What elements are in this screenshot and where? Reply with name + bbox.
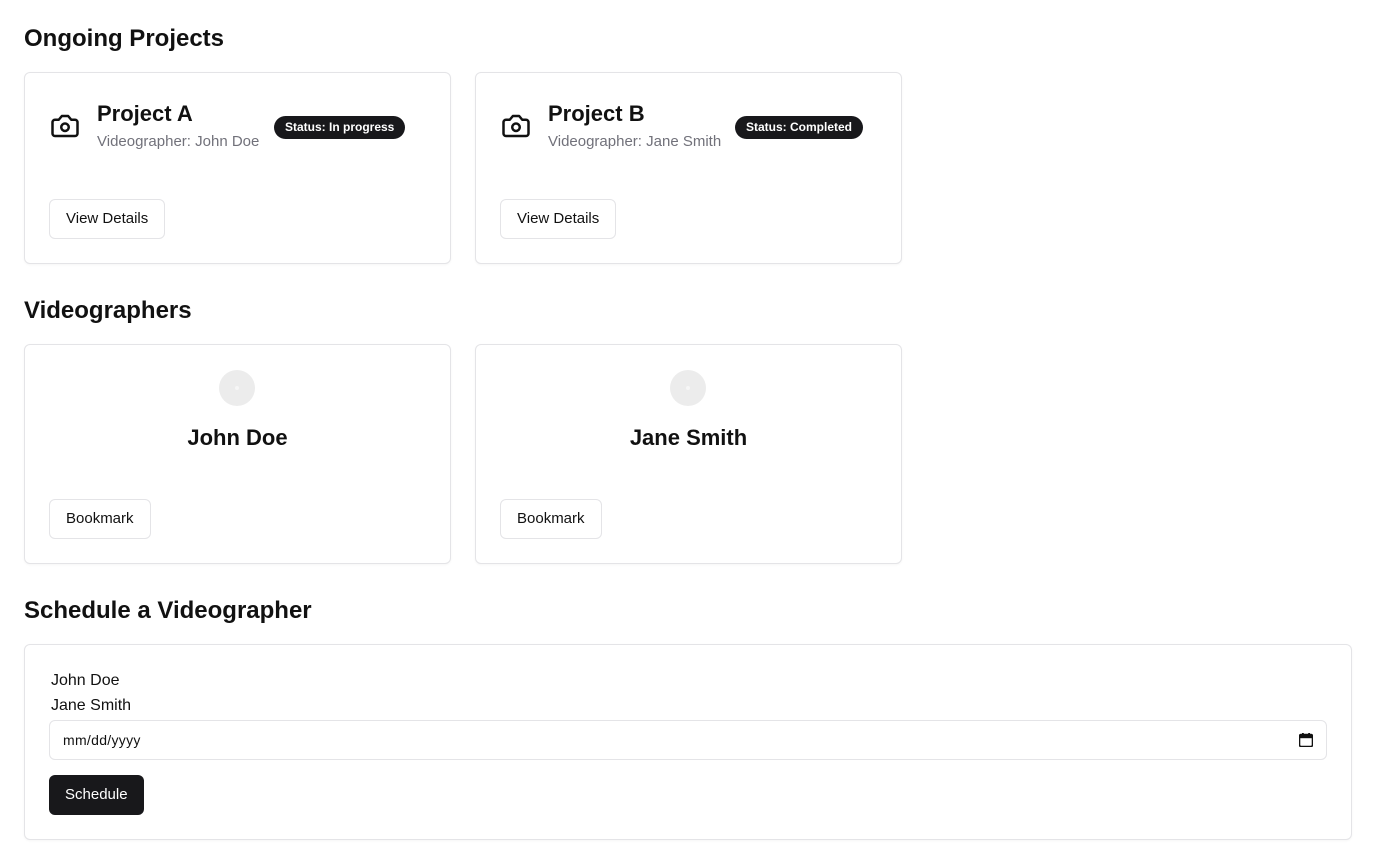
bookmark-button[interactable]: Bookmark [500, 499, 602, 539]
ongoing-projects-heading: Ongoing Projects [24, 25, 225, 52]
schedule-form: John Doe Jane Smith mm/dd/yyyy Schedule [24, 644, 1352, 840]
videographer-name: John Doe [187, 425, 288, 450]
project-title: Project B [548, 101, 645, 126]
videographers-heading: Videographers [24, 297, 192, 324]
bookmark-button[interactable]: Bookmark [49, 499, 151, 539]
schedule-heading: Schedule a Videographer [24, 597, 312, 624]
camera-icon [51, 114, 79, 138]
project-videographer: Videographer: Jane Smith [548, 133, 722, 150]
videographer-option[interactable]: Jane Smith [51, 697, 131, 715]
avatar [219, 370, 255, 406]
project-videographer: Videographer: John Doe [97, 133, 260, 150]
view-details-button[interactable]: View Details [49, 199, 166, 239]
view-details-button[interactable]: View Details [500, 199, 617, 239]
videographer-option[interactable]: John Doe [51, 672, 120, 690]
date-input[interactable]: mm/dd/yyyy [49, 720, 1327, 760]
camera-icon [502, 114, 530, 138]
status-badge: Status: In progress [274, 116, 406, 139]
videographer-card: Jane Smith Bookmark [475, 344, 902, 564]
status-badge: Status: Completed [735, 116, 864, 139]
videographer-card: John Doe Bookmark [24, 344, 451, 564]
project-card: Project B Videographer: Jane Smith Statu… [475, 72, 902, 264]
project-title: Project A [97, 101, 193, 126]
project-card: Project A Videographer: John Doe Status:… [24, 72, 451, 264]
avatar [670, 370, 706, 406]
calendar-icon[interactable] [1299, 733, 1313, 747]
videographer-name: Jane Smith [629, 425, 748, 450]
date-placeholder: mm/dd/yyyy [63, 732, 141, 748]
schedule-button[interactable]: Schedule [49, 775, 144, 815]
